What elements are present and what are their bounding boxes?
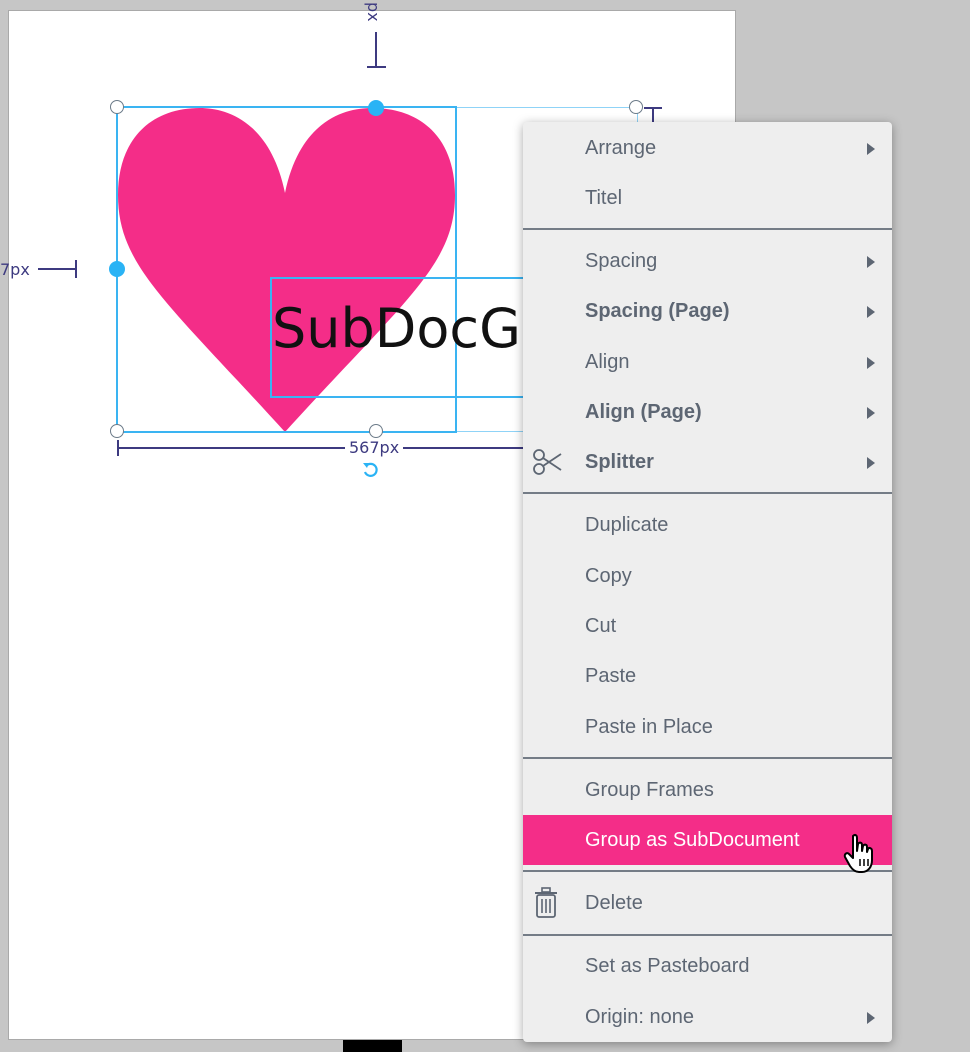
menu-item-label: Spacing: [585, 250, 658, 272]
submenu-arrow-icon: [867, 1012, 875, 1024]
menu-item-align-page[interactable]: Align (Page): [523, 389, 892, 435]
menu-item-paste-in-place[interactable]: Paste in Place: [523, 704, 892, 750]
menu-item-spacing[interactable]: Spacing: [523, 238, 892, 284]
menu-item-group-frames[interactable]: Group Frames: [523, 767, 892, 813]
menu-item-label: Spacing (Page): [585, 300, 730, 322]
menu-separator: [523, 934, 892, 936]
submenu-arrow-icon: [867, 256, 875, 268]
resize-handle-bottom[interactable]: [369, 424, 383, 438]
menu-item-label: Align: [585, 351, 630, 373]
resize-handle-left[interactable]: [109, 261, 125, 277]
scissors-icon: [533, 449, 562, 475]
menu-item-titel[interactable]: Titel: [523, 175, 892, 221]
menu-item-label: Origin: none: [585, 1006, 694, 1028]
menu-item-label: Delete: [585, 892, 643, 914]
submenu-arrow-icon: [867, 457, 875, 469]
menu-item-label: Group Frames: [585, 779, 714, 801]
menu-separator: [523, 492, 892, 494]
menu-item-cut[interactable]: Cut: [523, 603, 892, 649]
submenu-arrow-icon: [867, 357, 875, 369]
menu-item-duplicate[interactable]: Duplicate: [523, 502, 892, 548]
menu-item-label: Paste: [585, 665, 637, 687]
menu-item-origin[interactable]: Origin: none: [523, 994, 892, 1040]
menu-separator: [523, 757, 892, 759]
menu-item-label: Align (Page): [585, 401, 702, 423]
menu-item-label: Splitter: [585, 451, 654, 473]
menu-item-spacing-page[interactable]: Spacing (Page): [523, 288, 892, 334]
menu-item-arrange[interactable]: Arrange: [523, 125, 892, 171]
trash-icon: [535, 887, 557, 918]
submenu-arrow-icon: [867, 407, 875, 419]
context-menu: Arrange Titel Spacing Spacing (Page) Ali…: [523, 122, 892, 1042]
menu-item-align[interactable]: Align: [523, 339, 892, 385]
menu-item-set-as-pasteboard[interactable]: Set as Pasteboard: [523, 943, 892, 989]
menu-item-label: Duplicate: [585, 514, 669, 536]
menu-item-group-as-subdocument[interactable]: Group as SubDocument: [523, 815, 892, 865]
left-dimension-label: 7px: [0, 260, 30, 279]
resize-handle-top-left[interactable]: [110, 100, 124, 114]
menu-item-label: Titel: [585, 187, 623, 209]
submenu-arrow-icon: [867, 306, 875, 318]
resize-handle-top[interactable]: [368, 100, 384, 116]
submenu-arrow-icon: [867, 143, 875, 155]
menu-item-delete[interactable]: Delete: [523, 880, 892, 926]
menu-item-label: Paste in Place: [585, 716, 713, 738]
resize-handle-top-right[interactable]: [629, 100, 643, 114]
top-dimension-label: px: [364, 2, 383, 22]
menu-item-splitter[interactable]: Splitter: [523, 439, 892, 485]
resize-handle-bottom-left[interactable]: [110, 424, 124, 438]
menu-item-copy[interactable]: Copy: [523, 553, 892, 599]
hand-pointer-cursor-icon: [843, 833, 873, 873]
menu-item-label: Cut: [585, 615, 617, 637]
menu-item-label: Set as Pasteboard: [585, 955, 750, 977]
menu-item-label: Arrange: [585, 137, 657, 159]
menu-separator: [523, 870, 892, 872]
subdoc-frame-text: SubDocGr: [272, 297, 544, 360]
menu-separator: [523, 228, 892, 230]
menu-item-label: Group as SubDocument: [585, 829, 800, 851]
menu-item-label: Copy: [585, 565, 632, 587]
rotate-icon[interactable]: [361, 460, 381, 480]
width-dimension-label: 567px: [345, 438, 404, 457]
menu-item-paste[interactable]: Paste: [523, 653, 892, 699]
